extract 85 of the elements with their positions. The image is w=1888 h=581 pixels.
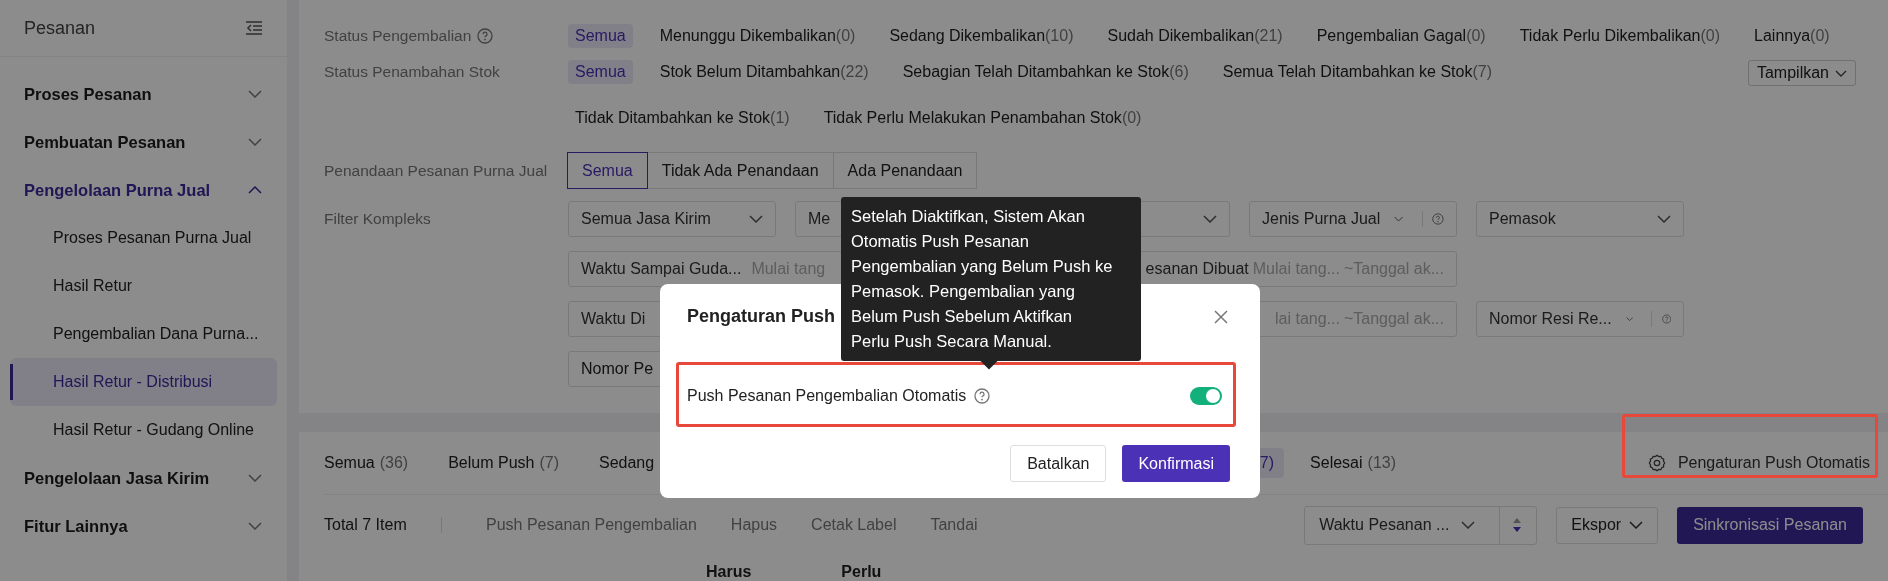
menu-group[interactable]: Pengelolaan Purna Jual — [0, 166, 287, 214]
setting-label: Push Pesanan Pengembalian Otomatis — [687, 387, 967, 405]
export-dropdown[interactable]: Ekspor — [1556, 506, 1659, 544]
filter-option[interactable]: Tidak Perlu Melakukan Penambahan Stok(0) — [816, 106, 1149, 130]
chevron-icon — [749, 215, 763, 223]
chevron-icon — [1629, 521, 1644, 529]
filter-option[interactable]: Sudah Dikembalikan(21) — [1100, 24, 1290, 48]
filter-option[interactable]: Semua Telah Ditambahkan ke Stok(7) — [1215, 60, 1499, 84]
select-value: Pemasok — [1489, 210, 1556, 228]
filter-option[interactable]: Pengembalian Gagal(0) — [1309, 24, 1493, 48]
action-link[interactable]: Hapus — [730, 516, 778, 534]
menu-item[interactable]: Pengembalian Dana Purna... — [10, 310, 277, 358]
menu-item[interactable]: Hasil Retur — [10, 262, 277, 310]
filter-option[interactable]: Tidak Perlu Dikembalikan(0) — [1512, 24, 1728, 48]
filter-option[interactable]: Semua — [568, 60, 633, 84]
chevron-icon — [1203, 215, 1217, 223]
filter-label: Status Penambahan Stok — [324, 63, 500, 81]
menu-group[interactable]: Fitur Lainnya — [0, 502, 287, 550]
push-settings-link[interactable]: Pengaturan Push Otomatis — [1647, 454, 1870, 472]
status-tab[interactable]: Sedang — [599, 448, 655, 478]
action-link[interactable]: Cetak Label — [811, 516, 897, 534]
field-label: Waktu Di — [581, 310, 646, 328]
segment-button[interactable]: Semua — [567, 152, 648, 189]
select-field[interactable]: Jenis Purna Jual — [1249, 201, 1457, 237]
menu-item[interactable]: Hasil Retur - Gudang Online — [10, 406, 277, 454]
chevron-icon — [248, 138, 262, 146]
chevron-icon — [1461, 521, 1476, 529]
filter-option[interactable]: Lainnya(0) — [1747, 24, 1837, 48]
select-value: Nomor Resi Re... — [1489, 310, 1612, 328]
menu-group[interactable]: Pembuatan Pesanan — [0, 118, 287, 166]
column-header: Harus — [706, 563, 752, 581]
select-field[interactable]: Nomor Resi Re... — [1476, 301, 1684, 337]
chevron-icon — [1625, 315, 1634, 323]
field-label: esanan Dibuat — [1145, 260, 1249, 278]
filter-option[interactable]: Sebagian Telah Ditambahkan ke Stok(6) — [895, 60, 1196, 84]
chevron-icon — [248, 186, 262, 194]
filter-option[interactable]: Menunggu Dikembalikan(0) — [652, 24, 863, 48]
select-field[interactable]: Semua Jasa Kirim — [568, 201, 776, 237]
select-value: Semua Jasa Kirim — [581, 210, 711, 228]
chevron-icon — [1835, 69, 1847, 77]
help-icon[interactable] — [1432, 210, 1444, 228]
action-link[interactable]: Tandai — [930, 516, 978, 534]
sort-select[interactable]: Waktu Pesanan ... — [1304, 505, 1538, 545]
menu-group[interactable]: Pengelolaan Jasa Kirim — [0, 454, 287, 502]
select-value: Me — [808, 210, 831, 228]
filter-label: Status Pengembalian — [324, 27, 472, 45]
filter-option[interactable]: Semua — [568, 24, 633, 48]
dialog-title: Pengaturan Push — [687, 306, 836, 327]
filter-label: Filter Kompleks — [324, 210, 431, 228]
action-link[interactable]: Push Pesanan Pengembalian — [486, 516, 697, 534]
chevron-icon — [248, 522, 262, 530]
sync-orders-button[interactable]: Sinkronisasi Pesanan — [1677, 506, 1863, 544]
menu-group[interactable]: Proses Pesanan — [0, 70, 287, 118]
segment-button[interactable]: Ada Penandaan — [832, 152, 978, 189]
cancel-button[interactable]: Batalkan — [1010, 445, 1107, 482]
menu-item[interactable]: Hasil Retur - Distribusi — [10, 358, 277, 406]
close-icon[interactable] — [1214, 309, 1228, 324]
filter-option[interactable]: Stok Belum Ditambahkan(22) — [652, 60, 876, 84]
chevron-icon — [1657, 215, 1671, 223]
select-value: Jenis Purna Jual — [1262, 210, 1381, 228]
select-field[interactable]: Pemasok — [1476, 201, 1684, 237]
filter-option[interactable]: Tidak Ditambahkan ke Stok(1) — [568, 106, 797, 130]
chevron-icon — [248, 474, 262, 482]
show-dropdown[interactable]: Tampilkan — [1747, 60, 1856, 86]
chevron-icon — [1394, 215, 1404, 223]
status-tab[interactable]: Selesai (13) — [1310, 448, 1396, 478]
field-label: Waktu Sampai Guda... — [581, 260, 742, 278]
column-header: Perlu — [841, 563, 882, 581]
collapse-menu-icon[interactable] — [245, 20, 263, 36]
sidebar-title: Pesanan — [24, 17, 96, 39]
status-tab[interactable]: Semua (36) — [324, 448, 409, 478]
segment-button[interactable]: Tidak Ada Penandaan — [646, 152, 834, 189]
toggle-switch[interactable] — [1190, 387, 1222, 405]
chevron-icon — [248, 90, 262, 98]
total-count: Total 7 Item — [324, 516, 408, 534]
help-icon[interactable] — [974, 388, 991, 404]
field-label: Nomor Pe — [581, 360, 654, 378]
filter-label: Penandaan Pesanan Purna Jual — [324, 161, 548, 180]
filter-option[interactable]: Sedang Dikembalikan(10) — [882, 24, 1081, 48]
confirm-button[interactable]: Konfirmasi — [1122, 445, 1230, 482]
status-tab[interactable]: Belum Push (7) — [448, 448, 559, 478]
menu-item[interactable]: Proses Pesanan Purna Jual — [10, 214, 277, 262]
sort-order-icon[interactable] — [1512, 516, 1523, 534]
help-icon[interactable] — [477, 28, 494, 44]
gear-icon — [1647, 454, 1666, 472]
